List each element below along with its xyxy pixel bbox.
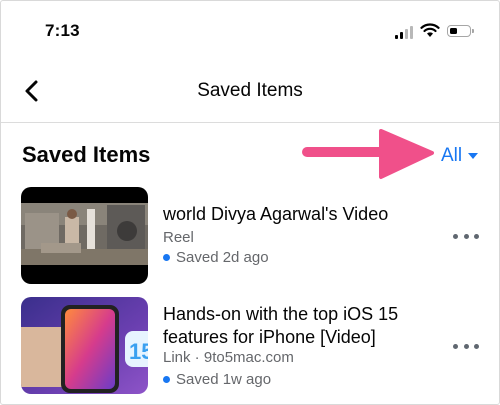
unread-dot-icon	[163, 254, 170, 261]
item-type: Reel	[163, 229, 194, 246]
item-saved-status: Saved 1w ago	[163, 371, 271, 388]
item-source: Link · 9to5mac.com	[163, 349, 294, 366]
dropdown-caret-icon	[468, 153, 479, 159]
item-title[interactable]: world Divya Agarwal's Video	[163, 203, 413, 226]
app-screen: 7:13 Saved Items Saved Items All world D…	[0, 0, 500, 405]
item-thumbnail: 15	[21, 297, 148, 394]
navigation-bar: Saved Items	[1, 61, 499, 123]
nav-title: Saved Items	[197, 80, 303, 101]
signal-icon	[395, 25, 415, 39]
wifi-icon	[420, 23, 440, 37]
annotation-arrow-icon	[302, 129, 434, 179]
unread-dot-icon	[163, 376, 170, 383]
item-saved-time: Saved 1w ago	[176, 371, 272, 388]
status-time: 7:13	[45, 21, 80, 40]
section-title: Saved Items	[22, 142, 151, 167]
battery-icon	[447, 25, 474, 37]
more-options-icon[interactable]	[453, 229, 479, 243]
item-saved-status: Saved 2d ago	[163, 249, 269, 266]
saved-item[interactable]: 15 Hands-on with the top iOS 15 features…	[1, 297, 499, 402]
item-title[interactable]: Hands-on with the top iOS 15 features fo…	[163, 303, 413, 349]
saved-item[interactable]: world Divya Agarwal's Video Reel Saved 2…	[1, 187, 499, 287]
item-thumbnail	[21, 187, 148, 284]
filter-label: All	[441, 145, 463, 166]
status-bar: 7:13	[1, 1, 499, 61]
item-saved-time: Saved 2d ago	[176, 249, 269, 266]
more-options-icon[interactable]	[453, 339, 479, 353]
filter-dropdown[interactable]: All	[441, 145, 479, 167]
svg-text:15: 15	[129, 339, 148, 364]
